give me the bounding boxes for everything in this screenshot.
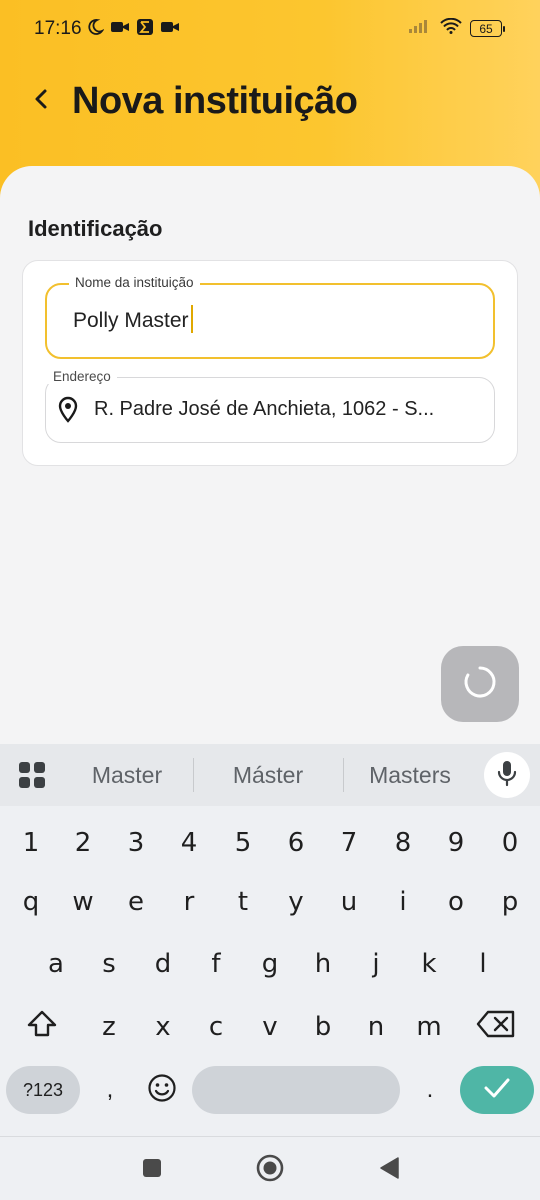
soft-keyboard: Master Máster Masters 1 2 3 4 5 6 7 8 9 … (0, 744, 540, 1200)
square-icon (142, 1158, 162, 1183)
video-camera-icon (110, 20, 130, 39)
apps-grid-icon[interactable] (18, 761, 46, 794)
status-notification-icons (86, 18, 180, 41)
checkmark-icon (483, 1077, 511, 1104)
triangle-back-icon (378, 1156, 400, 1185)
key-r[interactable]: r (169, 877, 209, 927)
number-row: 1 2 3 4 5 6 7 8 9 0 (0, 818, 540, 868)
shift-arrow-icon (26, 1009, 58, 1046)
suggestion-1[interactable]: Master (57, 762, 197, 789)
microphone-icon (497, 759, 517, 792)
key-x[interactable]: x (143, 1002, 183, 1052)
signal-icon (408, 18, 432, 39)
key-u[interactable]: u (329, 877, 369, 927)
key-i[interactable]: i (383, 877, 423, 927)
status-bar: 17:16 65 (0, 0, 540, 60)
key-s[interactable]: s (89, 939, 129, 989)
emoji-key[interactable] (142, 1066, 182, 1114)
letter-row-1: q w e r t y u i o p (0, 877, 540, 927)
key-3[interactable]: 3 (116, 818, 156, 868)
smiley-icon (147, 1073, 177, 1108)
key-5[interactable]: 5 (223, 818, 263, 868)
save-button-loading[interactable] (441, 646, 519, 722)
back-nav-button[interactable] (374, 1155, 404, 1185)
key-w[interactable]: w (63, 877, 103, 927)
key-7[interactable]: 7 (329, 818, 369, 868)
recents-button[interactable] (137, 1155, 167, 1185)
back-button[interactable] (26, 86, 56, 116)
address-label: Endereço (47, 369, 117, 384)
enter-key[interactable] (460, 1066, 534, 1114)
wifi-icon (440, 17, 462, 39)
suggestion-bar: Master Máster Masters (0, 744, 540, 806)
key-b[interactable]: b (303, 1002, 343, 1052)
key-2[interactable]: 2 (63, 818, 103, 868)
backspace-key[interactable] (472, 1002, 520, 1052)
app-sigma-icon (136, 18, 154, 41)
key-a[interactable]: a (36, 939, 76, 989)
backspace-icon (476, 1010, 516, 1045)
key-0[interactable]: 0 (490, 818, 530, 868)
key-6[interactable]: 6 (276, 818, 316, 868)
institution-name-value[interactable]: Polly Master (73, 305, 193, 334)
home-button[interactable] (255, 1154, 285, 1187)
key-v[interactable]: v (250, 1002, 290, 1052)
key-d[interactable]: d (143, 939, 183, 989)
key-o[interactable]: o (436, 877, 476, 927)
key-m[interactable]: m (409, 1002, 449, 1052)
page-title: Nova instituição (72, 80, 358, 122)
loading-spinner-icon (462, 664, 498, 705)
institution-name-text: Polly Master (73, 309, 189, 332)
key-q[interactable]: q (11, 877, 51, 927)
institution-name-label: Nome da instituição (69, 275, 200, 290)
key-y[interactable]: y (276, 877, 316, 927)
status-system-icons: 65 (408, 17, 505, 39)
system-navigation-bar (0, 1136, 540, 1200)
key-4[interactable]: 4 (169, 818, 209, 868)
key-9[interactable]: 9 (436, 818, 476, 868)
text-caret (190, 305, 193, 334)
key-j[interactable]: j (356, 939, 396, 989)
key-k[interactable]: k (409, 939, 449, 989)
address-field[interactable]: Endereço R. Padre José de Anchieta, 1062… (45, 369, 495, 443)
key-8[interactable]: 8 (383, 818, 423, 868)
key-g[interactable]: g (250, 939, 290, 989)
moon-icon (86, 18, 105, 41)
chevron-left-icon (33, 88, 49, 115)
key-f[interactable]: f (196, 939, 236, 989)
symbols-key[interactable]: ?123 (6, 1066, 80, 1114)
microphone-button[interactable] (484, 752, 530, 798)
video-camera-icon (160, 20, 180, 39)
location-pin-icon (56, 396, 80, 429)
suggestion-2[interactable]: Máster (198, 762, 338, 789)
section-title: Identificação (28, 216, 163, 241)
key-p[interactable]: p (490, 877, 530, 927)
key-n[interactable]: n (356, 1002, 396, 1052)
address-value[interactable]: R. Padre José de Anchieta, 1062 - S... (94, 398, 489, 421)
status-time: 17:16 (34, 18, 82, 39)
keyboard-bottom-row: ?123 , . (0, 1066, 540, 1114)
key-t[interactable]: t (223, 877, 263, 927)
circle-icon (256, 1154, 284, 1187)
letter-row-3: z x c v b n m (0, 1002, 540, 1052)
key-c[interactable]: c (196, 1002, 236, 1052)
key-e[interactable]: e (116, 877, 156, 927)
key-h[interactable]: h (303, 939, 343, 989)
comma-key[interactable]: , (98, 1066, 122, 1114)
key-1[interactable]: 1 (11, 818, 51, 868)
suggestion-3[interactable]: Masters (340, 762, 480, 789)
key-l[interactable]: l (463, 939, 503, 989)
period-key[interactable]: . (418, 1066, 442, 1114)
identification-card: Nome da instituição Polly Master Endereç… (22, 260, 518, 466)
shift-key[interactable] (19, 1002, 65, 1052)
letter-row-2: a s d f g h j k l (0, 939, 540, 989)
space-key[interactable] (192, 1066, 400, 1114)
battery-icon: 65 (470, 20, 505, 37)
key-z[interactable]: z (89, 1002, 129, 1052)
suggestion-divider (193, 758, 194, 792)
institution-name-field[interactable]: Nome da instituição Polly Master (45, 275, 495, 359)
